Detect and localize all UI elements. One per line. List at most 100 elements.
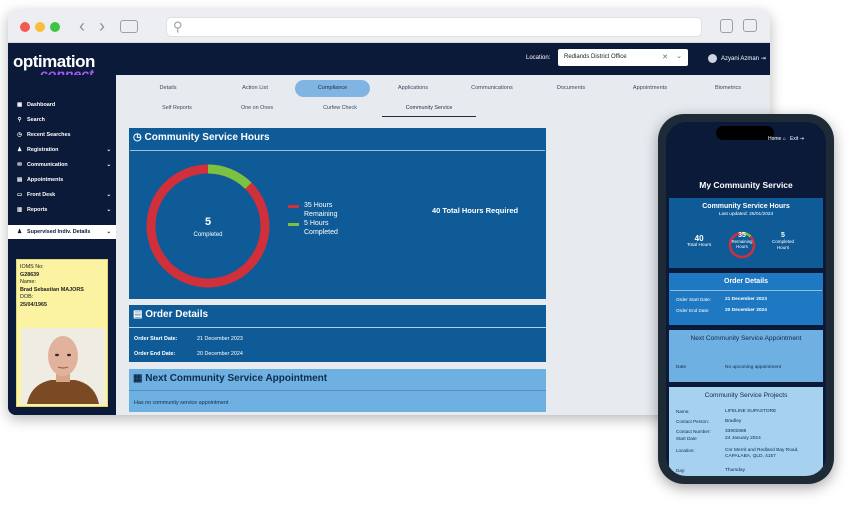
legend-completed-label: 5 Hours Completed <box>304 220 338 236</box>
mobile-total: 40 Total Hours <box>687 234 711 248</box>
sidebar-item-label: Communication <box>27 162 68 168</box>
legend-completed: 5 Hours Completed <box>288 220 350 237</box>
share-icon[interactable] <box>720 19 733 33</box>
subtab-self-reports[interactable]: Self Reports <box>138 105 216 117</box>
appointment-text: Has no community service appointment <box>134 400 229 406</box>
mobile-updated: Last updated: 25/01/2024 <box>669 212 823 217</box>
report-icon: ▥ <box>16 207 23 213</box>
dob-label: DOB: <box>20 294 34 300</box>
sidebar-item-label: Reports <box>27 207 48 213</box>
exit-link[interactable]: Exit <box>790 136 798 142</box>
logout-icon[interactable]: ⇥ <box>761 56 766 62</box>
sidebar-item-recent-searches[interactable]: ◷ Recent Searches <box>8 128 116 142</box>
address-bar[interactable]: ⚲ <box>166 17 702 37</box>
project-name-label: Name: <box>676 409 690 414</box>
total-value: 40 <box>694 234 704 243</box>
exit-icon[interactable]: ⇥ <box>800 136 804 142</box>
back-icon[interactable]: ‹ <box>72 17 92 37</box>
person-card: IOMS No: G28639 Name: Brad Sebastian MAJ… <box>16 259 108 407</box>
subtab-curfew-check[interactable]: Curfew Check <box>299 105 381 117</box>
completed-label: Completed Hours <box>771 239 795 250</box>
subtab-community-service[interactable]: Community Service <box>382 105 476 117</box>
project-start-label: Start Date <box>676 436 697 441</box>
desk-icon: ▭ <box>16 192 23 198</box>
avatar <box>708 54 717 63</box>
sidebar-item-communication[interactable]: ✉ Communication ⌄ <box>8 158 116 172</box>
order-panel-title: Order Details <box>145 309 209 320</box>
mobile-device: Home ⌂ Exit ⇥ My Community Service Commu… <box>658 114 834 484</box>
sidebar-item-label: Appointments <box>27 177 64 183</box>
tab-compliance[interactable]: Compliance <box>295 80 370 97</box>
donut-center-value: 5 <box>205 216 211 228</box>
mobile-hours-card: Community Service Hours Last updated: 25… <box>669 198 823 268</box>
clear-icon[interactable]: ✕ <box>662 53 668 61</box>
mobile-order-title: Order Details <box>724 278 768 285</box>
subtab-one-on-ones[interactable]: One on Ones <box>218 105 296 117</box>
tab-appointments[interactable]: Appointments <box>613 80 687 97</box>
clock-icon: ◷ <box>133 132 142 143</box>
divider <box>129 327 546 328</box>
project-day-label: Day: <box>676 468 686 473</box>
sidebar-item-label: Search <box>27 117 45 123</box>
close-window-button[interactable] <box>20 22 30 32</box>
sidebar-item-registration[interactable]: ♟ Registration ⌄ <box>8 143 116 157</box>
tab-communications[interactable]: Communications <box>453 80 531 97</box>
completed-value: 5 <box>781 232 785 239</box>
tab-documents[interactable]: Documents <box>534 80 608 97</box>
phone-notch <box>716 126 774 140</box>
tab-action-list[interactable]: Action List <box>216 80 294 97</box>
divider <box>130 150 545 151</box>
mobile-projects-title: Community Service Projects <box>704 392 788 399</box>
mobile-appointment-card: Next Community Service Appointment Date … <box>669 330 823 382</box>
tab-applications[interactable]: Applications <box>376 80 450 97</box>
browser-toolbar: ‹ › ⚲ <box>8 10 770 43</box>
person-photo <box>21 328 105 404</box>
mobile-topbar: Home ⌂ Exit ⇥ <box>768 136 804 142</box>
total-hours-required: 40 Total Hours Required <box>432 206 519 215</box>
clock-icon: ◷ <box>17 132 22 138</box>
mobile-end-label: Order End Date: <box>676 308 710 313</box>
tab-biometrics[interactable]: Biometrics <box>691 80 765 97</box>
sidebar-item-label: Dashboard <box>27 102 56 108</box>
name-label: Name: <box>20 279 36 285</box>
tabs-icon[interactable] <box>743 19 757 32</box>
home-icon[interactable]: ⌂ <box>783 136 786 142</box>
mobile-appt-date-label: Date <box>676 365 687 370</box>
sidebar-item-front-desk[interactable]: ▭ Front Desk ⌄ <box>8 188 116 202</box>
hours-donut-chart: 5 Completed <box>146 164 270 288</box>
calendar-icon: ▤ <box>16 177 23 183</box>
legend-swatch-remaining <box>288 205 299 208</box>
divider <box>129 390 546 391</box>
chevron-down-icon: ⌄ <box>106 207 111 213</box>
project-location-value: Cnr Merrit and Redland Bay Road, CAPALAB… <box>725 448 799 459</box>
updated-label: Last updated: <box>718 212 748 217</box>
user-menu[interactable]: Azyani Azman ⇥ <box>708 54 766 63</box>
appointment-panel: ▦ Next Community Service Appointment Has… <box>129 369 546 412</box>
maximize-window-button[interactable] <box>50 22 60 32</box>
sidebar-item-label: Front Desk <box>27 192 56 198</box>
sidebar-item-label: Recent Searches <box>27 132 71 138</box>
mobile-remaining: 35 Remaining Hours <box>729 232 755 249</box>
location-select[interactable]: Redlands District Office ✕ ⌄ <box>558 49 688 66</box>
sidebar-item-reports[interactable]: ▥ Reports ⌄ <box>8 203 116 217</box>
minimize-window-button[interactable] <box>35 22 45 32</box>
sidebar-item-appointments[interactable]: ▤ Appointments <box>8 173 116 187</box>
name-value: Brad Sebastian MAJORS <box>20 286 84 293</box>
chevron-down-icon[interactable]: ⌄ <box>676 52 682 60</box>
legend-swatch-completed <box>288 223 299 226</box>
stage: { "app": {"logo_line1": "optimation", "l… <box>0 0 861 508</box>
sidebar-toggle-icon[interactable] <box>120 20 138 33</box>
primary-tabs: Details Action List Compliance Applicati… <box>116 75 770 101</box>
project-phone-label: Contact Number: <box>676 429 711 434</box>
forward-icon[interactable]: › <box>92 17 112 37</box>
home-link[interactable]: Home <box>768 136 781 142</box>
sidebar-item-supervised-details[interactable]: ♟ Supervised Indiv. Details ⌄ <box>8 225 116 239</box>
location-label: Location: <box>526 55 551 61</box>
updated-value: 25/01/2024 <box>749 212 774 217</box>
sidebar-item-dashboard[interactable]: ▦ Dashboard <box>8 98 116 112</box>
tab-details[interactable]: Details <box>138 80 198 97</box>
sidebar-item-search[interactable]: ⚲ Search <box>8 113 116 127</box>
donut-center-label: Completed <box>193 232 222 238</box>
order-end-label: Order End Date: <box>134 351 176 357</box>
sidebar-item-label: Registration <box>27 147 59 153</box>
